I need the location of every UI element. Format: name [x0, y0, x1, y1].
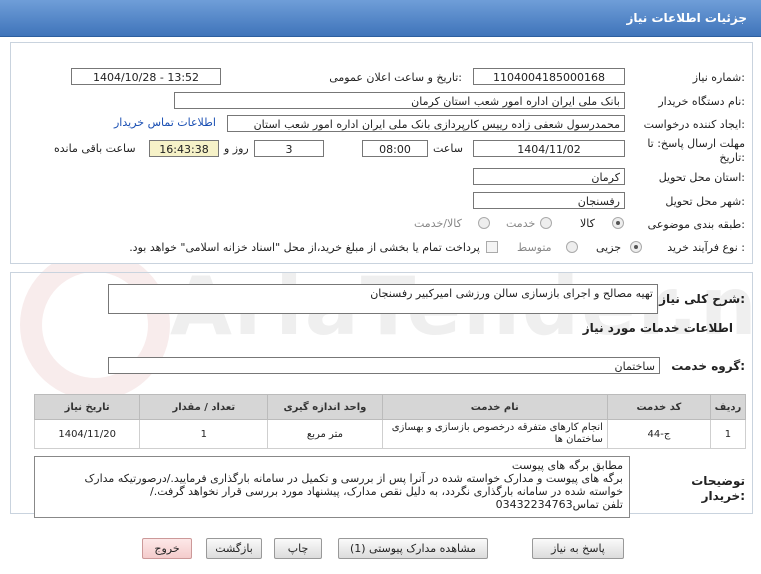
back-button[interactable]: بازگشت — [206, 538, 262, 559]
need-number-field: 1104004185000168 — [473, 68, 625, 85]
deadline-label: مهلت ارسال پاسخ: تا — [647, 137, 745, 150]
buyer-notes-line: تلفن تماس03432234763 — [495, 498, 623, 511]
cell-date: 1404/11/20 — [33, 419, 141, 449]
process-radio-minor[interactable] — [630, 241, 642, 253]
province-field: کرمان — [473, 168, 625, 185]
deadline-time-label: ساعت — [433, 142, 463, 155]
announce-date-field: 1404/10/28 - 13:52 — [71, 68, 221, 85]
buyer-notes-line: برگه های پیوست و مدارک خواسته شده در آنر… — [84, 472, 623, 485]
cell-row: 1 — [709, 419, 747, 449]
process-option-minor: جزیی — [596, 241, 622, 254]
category-radio-goods-service[interactable] — [478, 217, 490, 229]
province-label: استان محل تحویل: — [658, 171, 745, 184]
treasury-payment-note: پرداخت تمام یا بخشی از مبلغ خرید،از محل … — [129, 241, 480, 254]
buyer-notes-label: توضیحات — [691, 474, 745, 488]
buyer-notes-box: مطابق برگه های پیوست برگه های پیوست و مد… — [34, 456, 630, 518]
treasury-payment-checkbox[interactable] — [486, 241, 498, 253]
buyer-org-label: نام دستگاه خریدار: — [658, 95, 745, 108]
print-button[interactable]: چاپ — [274, 538, 322, 559]
remaining-time-field: 16:43:38 — [149, 140, 219, 157]
city-field: رفسنجان — [473, 192, 625, 209]
buyer-contact-link[interactable]: اطلاعات تماس خریدار — [114, 116, 216, 129]
category-option-goods-service: کالا/خدمت — [414, 217, 462, 230]
deadline-time-field: 08:00 — [362, 140, 428, 157]
need-description-label: شرح کلی نیاز: — [659, 292, 745, 306]
process-radio-medium[interactable] — [566, 241, 578, 253]
reply-button[interactable]: پاسخ به نیاز — [532, 538, 624, 559]
col-qty-header: تعداد / مقدار — [139, 394, 269, 420]
cell-qty: 1 — [139, 419, 269, 449]
service-group-field: ساختمان — [108, 357, 660, 374]
deadline-date-field: 1404/11/02 — [473, 140, 625, 157]
col-name-header: نام خدمت — [381, 394, 608, 420]
col-code-header: کد خدمت — [606, 394, 711, 420]
services-table: ردیف کد خدمت نام خدمت واحد اندازه گیری ت… — [33, 394, 747, 449]
deadline-label-2: تاریخ: — [719, 151, 745, 164]
services-heading: اطلاعات خدمات مورد نیاز — [582, 321, 733, 335]
page-title: جزئیات اطلاعات نیاز — [626, 11, 747, 25]
buyer-org-field: بانک ملی ایران اداره امور شعب استان کرما… — [174, 92, 625, 109]
buyer-notes-line: خواسته شده در سامانه بارگذاری نگردد، به … — [150, 485, 623, 498]
col-row-header: ردیف — [709, 394, 747, 420]
category-option-service: خدمت — [506, 217, 536, 230]
col-date-header: تاریخ نیاز — [33, 394, 141, 420]
category-option-goods: کالا — [580, 217, 595, 230]
cell-unit: متر مربع — [267, 419, 383, 449]
need-description-field: تهیه مصالح و اجرای بازسازی سالن ورزشی ام… — [108, 284, 658, 314]
days-label: روز و — [224, 142, 249, 155]
process-label: نوع فرآیند خرید : — [667, 241, 745, 254]
buyer-notes-label-2: خریدار: — [701, 489, 745, 503]
view-attachments-button[interactable]: مشاهده مدارک پیوستی (1) — [338, 538, 488, 559]
service-group-label: گروه خدمت: — [671, 359, 745, 373]
process-option-medium: متوسط — [517, 241, 552, 254]
category-label: طبقه بندی موضوعی: — [647, 218, 745, 231]
creator-field: محمدرسول شعفی زاده رییس کارپردازی بانک م… — [227, 115, 625, 132]
need-number-label: شماره نیاز: — [692, 71, 745, 84]
cell-code: ج-44 — [606, 419, 711, 449]
page-header: جزئیات اطلاعات نیاز — [0, 0, 761, 37]
city-label: شهر محل تحویل: — [665, 195, 745, 208]
table-row: 1 ج-44 انجام کارهای متفرقه درخصوص بازساز… — [33, 419, 747, 449]
cell-name: انجام کارهای متفرقه درخصوص بازسازی و بهس… — [381, 419, 608, 449]
category-radio-goods[interactable] — [612, 217, 624, 229]
exit-button[interactable]: خروج — [142, 538, 192, 559]
creator-label: ایجاد کننده درخواست: — [643, 118, 745, 131]
category-radio-service[interactable] — [540, 217, 552, 229]
announce-date-label: تاریخ و ساعت اعلان عمومی: — [329, 71, 462, 84]
remaining-time-label: ساعت باقی مانده — [54, 142, 136, 155]
days-remaining-field: 3 — [254, 140, 324, 157]
table-header-row: ردیف کد خدمت نام خدمت واحد اندازه گیری ت… — [33, 394, 747, 420]
buyer-notes-line: مطابق برگه های پیوست — [511, 459, 623, 472]
col-unit-header: واحد اندازه گیری — [267, 394, 383, 420]
